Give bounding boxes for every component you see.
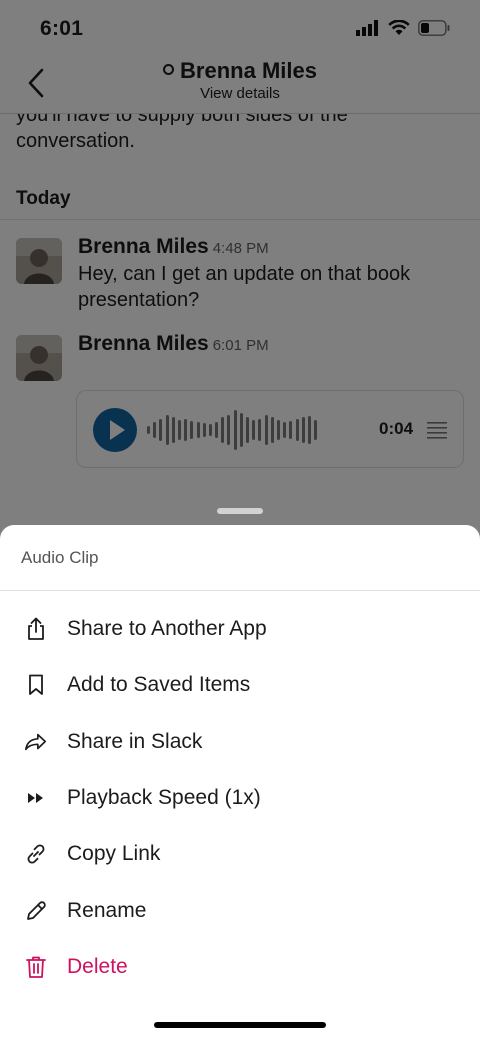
forward-arrow-icon [24, 730, 48, 754]
menu-item-label: Rename [67, 898, 147, 922]
menu-item-label: Share to Another App [67, 617, 267, 641]
sheet-grabber[interactable] [217, 508, 263, 514]
menu-item-label: Copy Link [67, 842, 161, 866]
home-indicator[interactable] [154, 1022, 326, 1028]
menu-item-label: Delete [67, 954, 128, 978]
delete-button[interactable]: Delete [0, 939, 480, 995]
audio-clip-action-sheet: Audio Clip Share to Another App Add to S… [0, 525, 480, 1039]
fast-forward-icon [24, 786, 48, 810]
menu-item-label: Add to Saved Items [67, 673, 251, 697]
action-menu: Share to Another App Add to Saved Items … [0, 601, 480, 995]
playback-speed-button[interactable]: Playback Speed (1x) [0, 770, 480, 826]
sheet-title: Audio Clip [21, 548, 99, 567]
menu-item-label: Share in Slack [67, 729, 203, 753]
copy-link-button[interactable]: Copy Link [0, 826, 480, 882]
rename-button[interactable]: Rename [0, 882, 480, 938]
share-in-slack-button[interactable]: Share in Slack [0, 714, 480, 770]
trash-icon [24, 955, 48, 979]
link-icon [24, 842, 48, 866]
bookmark-icon [24, 673, 48, 697]
add-to-saved-items-button[interactable]: Add to Saved Items [0, 657, 480, 713]
pencil-icon [24, 899, 48, 923]
share-to-another-app-button[interactable]: Share to Another App [0, 601, 480, 657]
sheet-divider [0, 590, 480, 591]
share-upload-icon [24, 617, 48, 641]
menu-item-label: Playback Speed (1x) [67, 786, 261, 810]
